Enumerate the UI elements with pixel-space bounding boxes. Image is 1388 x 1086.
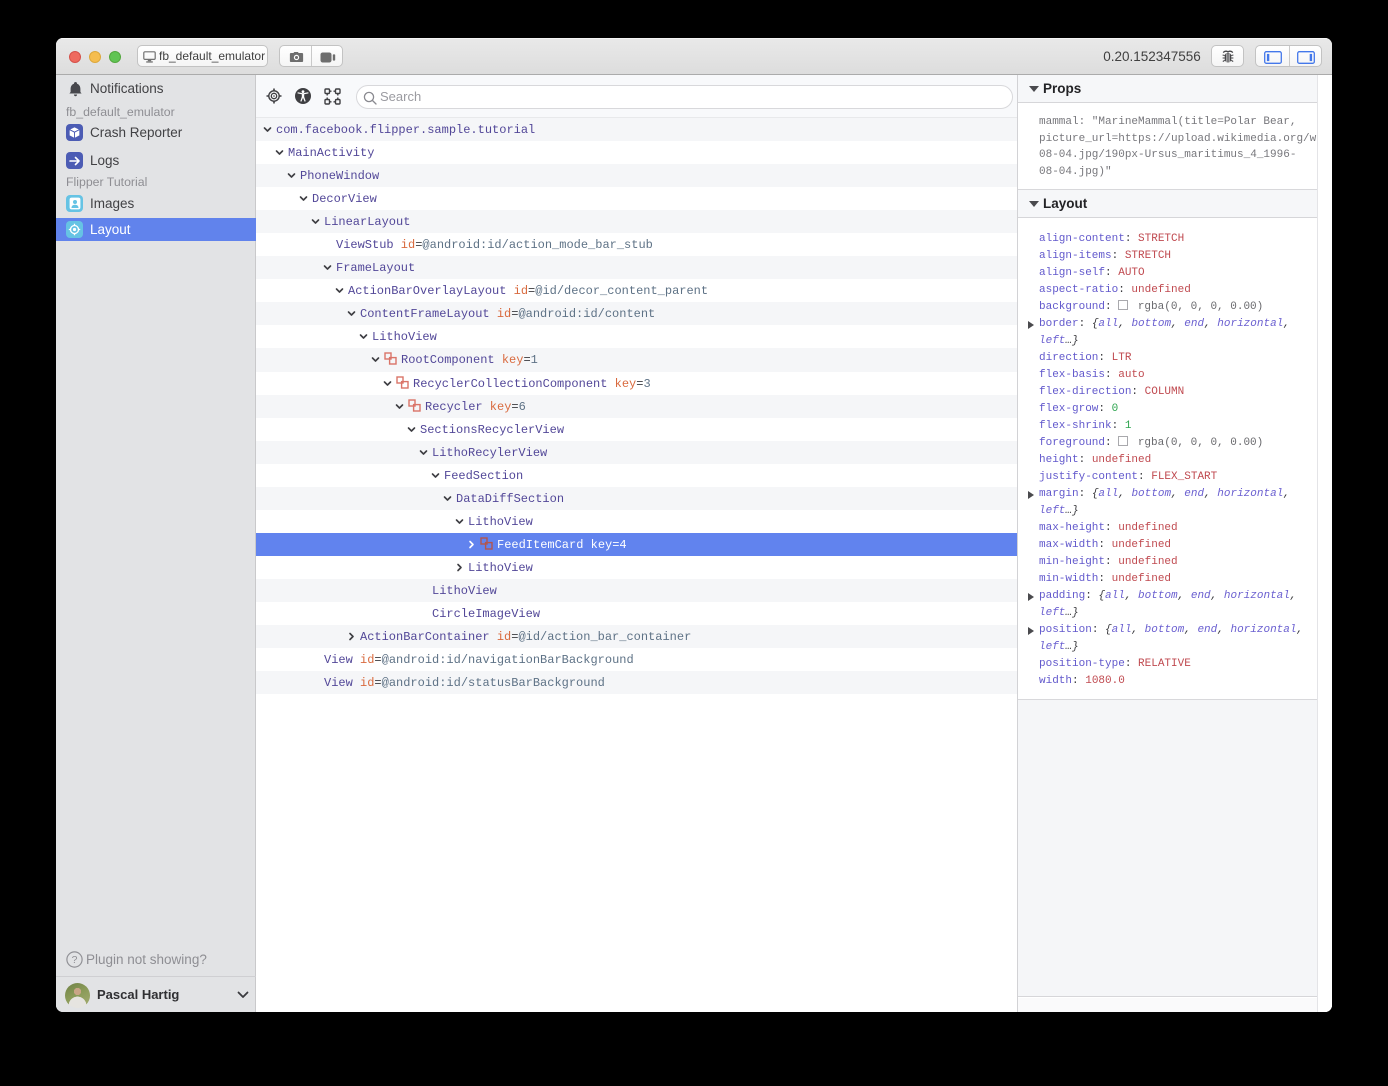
- svg-text:?: ?: [72, 954, 78, 966]
